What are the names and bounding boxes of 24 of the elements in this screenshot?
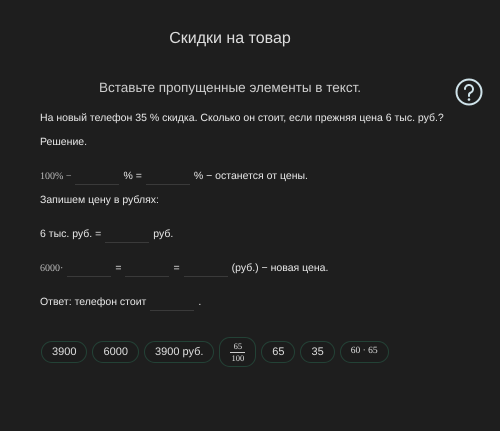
answer-chip[interactable]: 3900 руб. bbox=[144, 341, 214, 363]
answer-chip[interactable]: 35 bbox=[300, 341, 335, 363]
text: % = bbox=[123, 170, 142, 184]
math-text: 6000· bbox=[40, 263, 64, 276]
text: = bbox=[115, 262, 122, 276]
instruction-text: Вставьте пропущенные элементы в текст. bbox=[98, 80, 362, 95]
text: % − останется от цены. bbox=[194, 170, 308, 184]
text: Решение. bbox=[40, 136, 88, 150]
text: Ответ: телефон стоит bbox=[40, 296, 146, 310]
answer-chip[interactable]: 65 100 bbox=[219, 337, 256, 367]
answer-chip[interactable]: 65 bbox=[261, 341, 296, 363]
page-title: Скидки на товар bbox=[168, 30, 292, 48]
text: Запишем цену в рублях: bbox=[40, 194, 159, 208]
text: На новый телефон 35 % скидка. Сколько он стоит, если прежняя цена 6 тыс. руб.? bbox=[40, 112, 444, 126]
text: руб. bbox=[153, 228, 174, 242]
text: = bbox=[173, 262, 180, 276]
help-icon[interactable] bbox=[455, 78, 483, 106]
text: . bbox=[198, 296, 202, 310]
answer-chip[interactable]: 3900 bbox=[41, 341, 88, 363]
text: 6 тыс. руб. = bbox=[40, 228, 102, 242]
math-text: 100% − bbox=[40, 171, 72, 184]
text: (руб.) − новая цена. bbox=[232, 262, 328, 276]
answer-chip[interactable]: 60 · 65 bbox=[340, 341, 389, 363]
answer-chip[interactable]: 6000 bbox=[92, 341, 139, 363]
